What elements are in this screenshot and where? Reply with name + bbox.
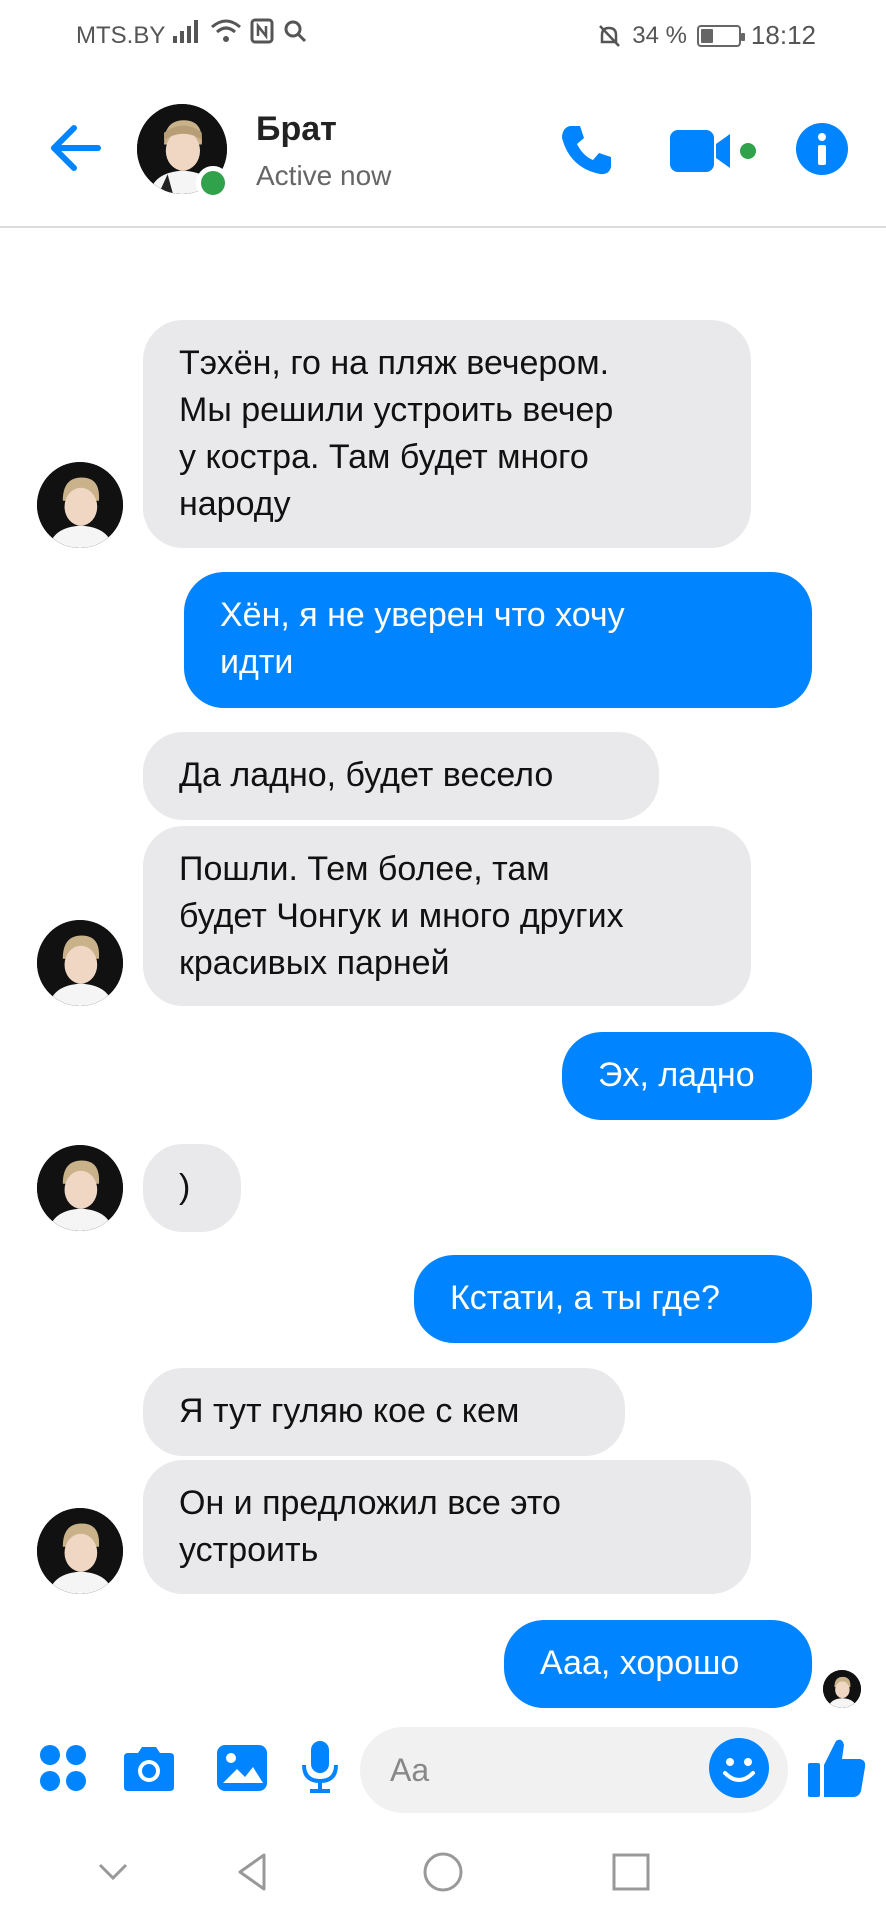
- clock: 18:12: [750, 20, 816, 50]
- info-icon[interactable]: [795, 122, 849, 176]
- arrow-left-icon[interactable]: [44, 116, 108, 180]
- nfc-icon: [250, 18, 274, 44]
- apps-grid-icon[interactable]: [38, 1743, 88, 1793]
- chat-header: Брат Active now: [0, 70, 886, 228]
- recents-square-icon[interactable]: [606, 1847, 656, 1897]
- contact-avatar-small[interactable]: [37, 1508, 123, 1594]
- back-triangle-icon[interactable]: [228, 1847, 278, 1897]
- carrier-label: MTS.BY: [76, 22, 166, 49]
- status-right: 34 % 18:12: [596, 20, 816, 51]
- thumbs-up-icon[interactable]: [806, 1735, 868, 1801]
- video-camera-icon[interactable]: [668, 126, 758, 176]
- signal-icon: [173, 20, 198, 43]
- message-text: Тэхён, го на пляж вечером. Мы решили уст…: [179, 344, 614, 523]
- microphone-icon[interactable]: [300, 1739, 340, 1795]
- image-icon[interactable]: [215, 1743, 269, 1793]
- online-indicator: [196, 166, 230, 200]
- system-nav-bar: [0, 1825, 886, 1920]
- message-bubble[interactable]: Он и предложил все это устроить: [143, 1460, 751, 1594]
- smiley-icon[interactable]: [708, 1737, 770, 1799]
- message-text: Он и предложил все это устроить: [179, 1484, 561, 1569]
- contact-avatar-small[interactable]: [37, 1145, 123, 1231]
- message-text: Я тут гуляю кое с кем: [179, 1392, 520, 1430]
- message-composer: Aa: [0, 1715, 886, 1825]
- chevron-down-icon[interactable]: [88, 1847, 138, 1897]
- message-text: Эх, ладно: [598, 1056, 755, 1094]
- message-bubble[interactable]: Хён, я не уверен что хочу идти: [184, 572, 812, 708]
- contact-status: Active now: [256, 160, 392, 191]
- message-bubble[interactable]: Пошли. Тем более, там будет Чонгук и мно…: [143, 826, 751, 1006]
- battery-icon: [696, 24, 745, 47]
- status-icons: [172, 18, 308, 44]
- message-text: Да ладно, будет весело: [179, 756, 554, 794]
- camera-icon[interactable]: [120, 1743, 178, 1793]
- message-bubble[interactable]: Эх, ладно: [562, 1032, 812, 1120]
- message-bubble[interactable]: Кстати, а ты где?: [414, 1255, 812, 1343]
- message-bubble[interactable]: Я тут гуляю кое с кем: [143, 1368, 625, 1456]
- battery-fill: [700, 28, 713, 43]
- contact-name[interactable]: Брат: [256, 110, 337, 149]
- message-text: Кстати, а ты где?: [450, 1279, 720, 1317]
- message-text: Ааа, хорошо: [540, 1644, 740, 1682]
- status-bar: MTS.BY 34 % 18:12: [0, 0, 886, 70]
- wifi-icon: [211, 19, 241, 42]
- phone-icon[interactable]: [556, 120, 616, 180]
- message-text: ): [179, 1168, 191, 1206]
- faded-timestamp: [370, 214, 540, 228]
- message-text: Пошли. Тем более, там будет Чонгук и мно…: [179, 850, 624, 982]
- search-icon: [284, 20, 307, 43]
- message-bubble[interactable]: Да ладно, будет весело: [143, 732, 659, 820]
- contact-avatar-small[interactable]: [37, 920, 123, 1006]
- message-text: Хён, я не уверен что хочу идти: [220, 596, 625, 681]
- contact-avatar-small[interactable]: [37, 462, 123, 548]
- message-bubble[interactable]: Ааа, хорошо: [504, 1620, 812, 1708]
- message-bubble[interactable]: ): [143, 1144, 241, 1232]
- bell-off-icon: [599, 24, 621, 47]
- message-bubble[interactable]: Тэхён, го на пляж вечером. Мы решили уст…: [143, 320, 751, 548]
- seen-receipt-avatar: [823, 1670, 861, 1708]
- home-circle-icon[interactable]: [418, 1847, 468, 1897]
- battery-percent: 34 %: [632, 21, 687, 49]
- message-input-placeholder: Aa: [390, 1752, 430, 1788]
